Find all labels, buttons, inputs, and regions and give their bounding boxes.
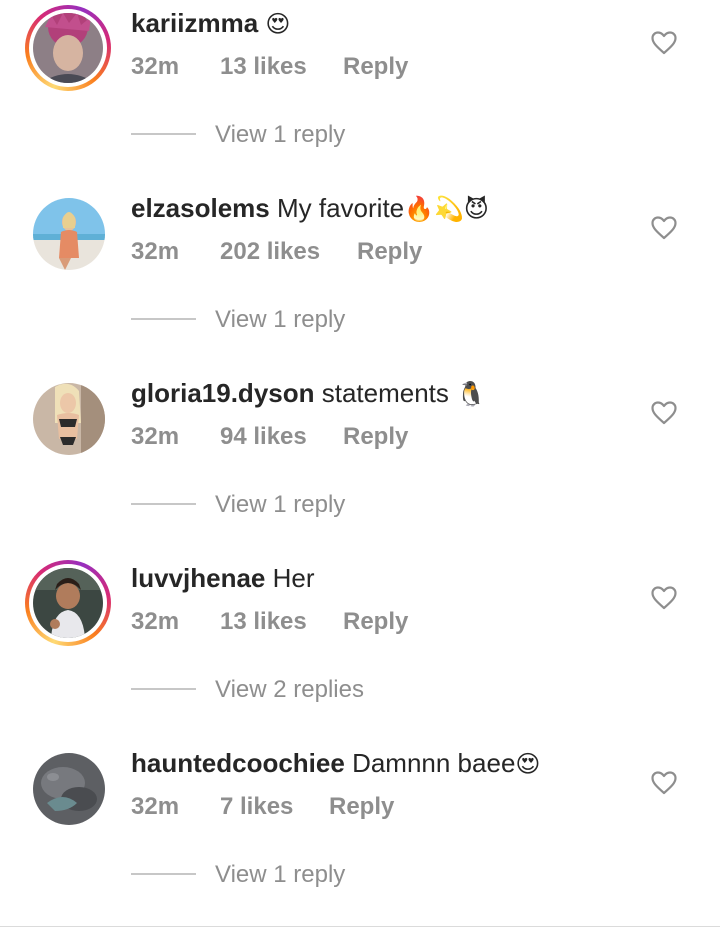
comment-text: statements (321, 378, 449, 408)
heart-outline-icon[interactable] (651, 586, 677, 610)
comment-text: My favorite (276, 193, 405, 223)
comment-emoji: 😍 (265, 10, 291, 38)
reply-button[interactable]: Reply (329, 790, 394, 824)
comment-item: luvvjhenae Her 32m 13 likes Reply View 2… (0, 555, 720, 740)
view-replies-button[interactable]: View 1 reply (215, 858, 345, 892)
comment-item: hauntedcoochiee Damnnn baee😍 32m 7 likes… (0, 740, 720, 925)
comment-time: 32m (131, 238, 180, 265)
username-link[interactable]: hauntedcoochiee (131, 748, 345, 778)
comment-line: kariizmma 😍 (131, 6, 290, 41)
likes-count-link[interactable]: 13 likes (220, 50, 307, 84)
comment-line: hauntedcoochiee Damnnn baee😍 (131, 746, 540, 781)
reply-button[interactable]: Reply (343, 50, 408, 84)
bottom-divider (0, 926, 720, 927)
comment-item: kariizmma 😍 32m 13 likes Reply View 1 re… (0, 0, 720, 185)
comment-item: elzasolems My favorite🔥💫😈 32m 202 likes … (0, 185, 720, 370)
avatar[interactable] (33, 568, 103, 638)
reply-button[interactable]: Reply (343, 605, 408, 639)
comment-emoji: 😍 (515, 750, 541, 778)
comment-time: 32m (131, 793, 180, 820)
comment-time: 32m (131, 423, 180, 450)
comment-item: gloria19.dyson statements 🐧 32m 94 likes… (0, 370, 720, 555)
reply-button[interactable]: Reply (343, 420, 408, 454)
comment-time: 32m (131, 53, 180, 80)
replies-divider (131, 503, 196, 505)
avatar[interactable] (33, 13, 103, 83)
comment-line: luvvjhenae Her (131, 561, 315, 595)
view-replies-button[interactable]: View 1 reply (215, 303, 345, 337)
comment-text: Damnnn baee (352, 748, 516, 778)
comment-emoji: 🐧 (456, 380, 487, 408)
likes-count-link[interactable]: 94 likes (220, 420, 307, 454)
avatar[interactable] (33, 753, 105, 825)
heart-outline-icon[interactable] (651, 31, 677, 55)
comment-line: gloria19.dyson statements 🐧 (131, 376, 486, 411)
view-replies-button[interactable]: View 1 reply (215, 118, 345, 152)
avatar[interactable] (33, 198, 105, 270)
heart-outline-icon[interactable] (651, 401, 677, 425)
replies-divider (131, 133, 196, 135)
replies-divider (131, 873, 196, 875)
reply-button[interactable]: Reply (357, 235, 422, 269)
heart-outline-icon[interactable] (651, 771, 677, 795)
username-link[interactable]: gloria19.dyson (131, 378, 315, 408)
replies-divider (131, 318, 196, 320)
story-ring[interactable] (25, 5, 111, 91)
comment-text: Her (272, 563, 315, 593)
username-link[interactable]: kariizmma (131, 8, 258, 38)
heart-outline-icon[interactable] (651, 216, 677, 240)
replies-divider (131, 688, 196, 690)
comment-time: 32m (131, 608, 180, 635)
username-link[interactable]: elzasolems (131, 193, 270, 223)
view-replies-button[interactable]: View 1 reply (215, 488, 345, 522)
view-replies-button[interactable]: View 2 replies (215, 673, 364, 707)
comment-line: elzasolems My favorite🔥💫😈 (131, 191, 489, 226)
likes-count-link[interactable]: 202 likes (220, 235, 320, 269)
avatar[interactable] (33, 383, 105, 455)
likes-count-link[interactable]: 13 likes (220, 605, 307, 639)
likes-count-link[interactable]: 7 likes (220, 790, 293, 824)
username-link[interactable]: luvvjhenae (131, 563, 265, 593)
comment-emoji: 🔥💫😈 (404, 195, 489, 223)
story-ring[interactable] (25, 560, 111, 646)
